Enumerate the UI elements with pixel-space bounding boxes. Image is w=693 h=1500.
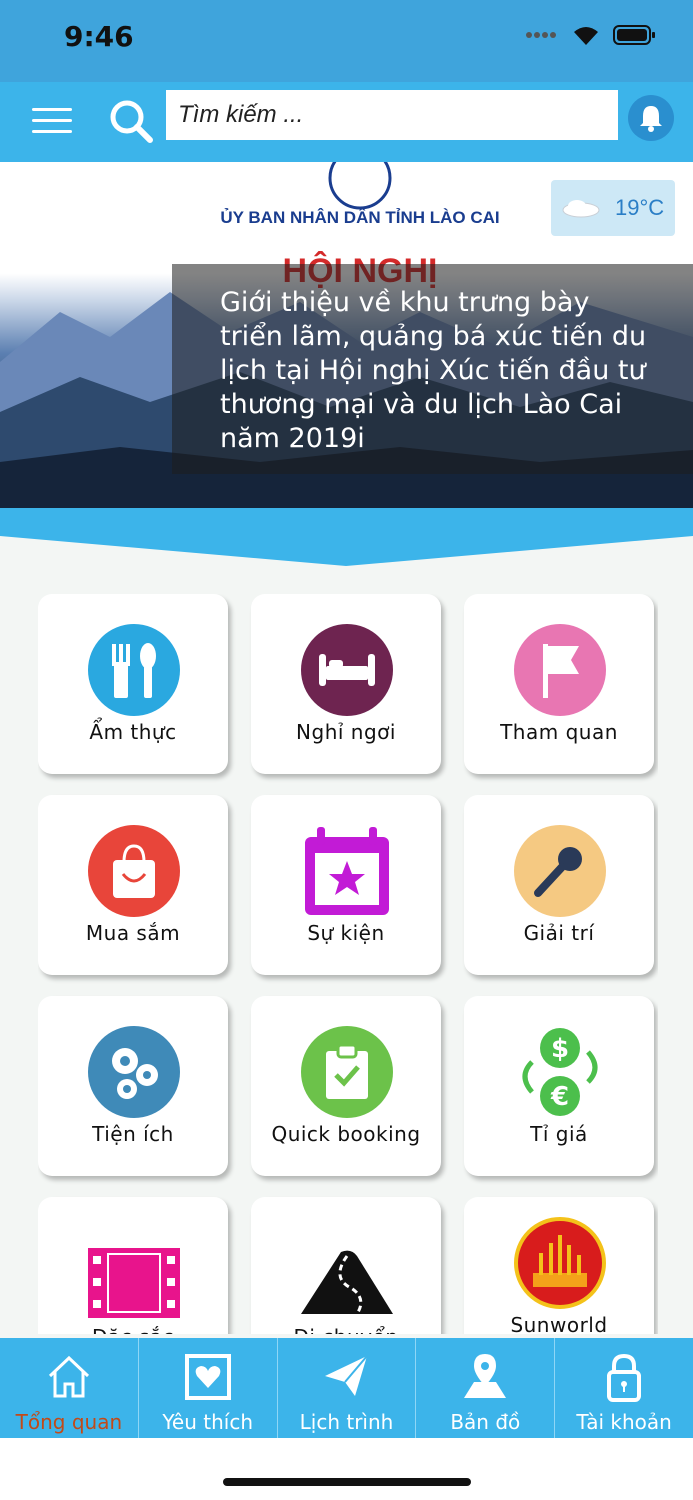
sunworld-logo-icon xyxy=(514,1217,606,1309)
home-icon xyxy=(48,1355,89,1398)
battery-icon xyxy=(613,25,655,45)
signal-icon xyxy=(526,32,556,38)
tab-label: Tổng quan xyxy=(15,1410,123,1434)
weather-widget: 19°C xyxy=(551,180,675,236)
category-label: Tham quan xyxy=(500,720,618,744)
category-label: Tỉ giá xyxy=(530,1122,588,1146)
heart-icon xyxy=(184,1354,231,1400)
tab-label: Tài khoản xyxy=(576,1410,672,1434)
featured-banner[interactable]: ỦY BAN NHÂN DÂN TỈNH LÀO CAI HỘI NGHỊ Gi… xyxy=(0,162,693,510)
lock-icon xyxy=(607,1353,642,1402)
tab-tai-khoan[interactable]: Tài khoản xyxy=(554,1338,693,1438)
tab-lich-trinh[interactable]: Lịch trình xyxy=(276,1338,416,1438)
category-am-thuc[interactable]: Ẩm thực xyxy=(38,594,228,774)
bed-icon xyxy=(301,624,393,716)
fork-knife-icon xyxy=(88,624,180,716)
tab-label: Lịch trình xyxy=(299,1410,394,1434)
category-label: Mua sắm xyxy=(85,921,181,945)
wifi-icon xyxy=(574,27,598,45)
svg-text:€: € xyxy=(550,1082,569,1112)
menu-icon[interactable] xyxy=(32,108,72,136)
category-label: Sunworld xyxy=(510,1313,608,1334)
svg-text:$: $ xyxy=(551,1034,569,1064)
flag-icon xyxy=(514,624,606,716)
tab-ban-do[interactable]: Bản đồ xyxy=(415,1338,554,1438)
category-nghi-ngoi[interactable]: Nghỉ ngơi xyxy=(251,594,441,774)
gears-icon xyxy=(88,1026,180,1118)
category-su-kien[interactable]: Sự kiện xyxy=(251,795,441,975)
shopping-bag-icon xyxy=(88,825,180,917)
weather-temp: 19°C xyxy=(615,195,665,220)
category-label: Nghỉ ngơi xyxy=(296,720,396,744)
cloud-icon xyxy=(562,200,600,218)
calendar-star-icon xyxy=(301,825,393,917)
banner-wave xyxy=(0,508,693,566)
category-label: Tiện ích xyxy=(92,1122,174,1146)
search-icon[interactable] xyxy=(108,98,154,144)
category-sunworld[interactable]: Sunworld xyxy=(464,1197,654,1334)
home-indicator[interactable] xyxy=(223,1478,471,1486)
status-time: 9:46 xyxy=(64,20,134,53)
top-bar xyxy=(0,82,693,162)
clipboard-check-icon xyxy=(301,1026,393,1118)
status-icons xyxy=(525,24,657,46)
tab-label: Yêu thích xyxy=(162,1410,254,1434)
category-label: Ẩm thực xyxy=(89,720,177,744)
road-icon xyxy=(301,1237,393,1329)
film-icon xyxy=(88,1237,180,1329)
category-grid: Ẩm thực Nghỉ ngơi Tham quan Mua sắm Sự k… xyxy=(38,594,658,1334)
category-giai-tri[interactable]: Giải trí xyxy=(464,795,654,975)
category-label: Quick booking xyxy=(271,1122,421,1146)
category-label: Sự kiện xyxy=(307,921,385,945)
tab-label: Bản đồ xyxy=(450,1410,521,1434)
category-ti-gia[interactable]: $ € Tỉ giá xyxy=(464,996,654,1176)
category-dac-sac[interactable]: Đặc sắc xyxy=(38,1197,228,1334)
category-label: Di chuyển xyxy=(251,1325,441,1334)
notification-button[interactable] xyxy=(628,95,674,141)
microphone-icon xyxy=(514,825,606,917)
status-bar: 9:46 xyxy=(0,0,693,82)
category-tham-quan[interactable]: Tham quan xyxy=(464,594,654,774)
tab-tong-quan[interactable]: Tổng quan xyxy=(0,1338,138,1438)
bell-icon xyxy=(640,106,662,132)
category-di-chuyen[interactable]: Di chuyển xyxy=(251,1197,441,1334)
search-input[interactable] xyxy=(166,90,618,140)
banner-caption: Giới thiệu về khu trưng bày triển lãm, q… xyxy=(220,287,647,454)
category-tien-ich[interactable]: Tiện ích xyxy=(38,996,228,1176)
paper-plane-icon xyxy=(325,1355,369,1396)
map-pin-icon xyxy=(464,1354,507,1398)
tab-yeu-thich[interactable]: Yêu thích xyxy=(137,1338,277,1438)
category-mua-sam[interactable]: Mua sắm xyxy=(38,795,228,975)
currency-exchange-icon: $ € xyxy=(514,1026,606,1118)
category-label: Đặc sắc xyxy=(38,1325,228,1334)
category-quick-booking[interactable]: Quick booking xyxy=(251,996,441,1176)
bottom-tab-bar: Tổng quan Yêu thích Lịch trình Bản đồ Tà… xyxy=(0,1338,693,1438)
category-label: Giải trí xyxy=(523,921,595,945)
home-indicator-area xyxy=(0,1438,693,1500)
